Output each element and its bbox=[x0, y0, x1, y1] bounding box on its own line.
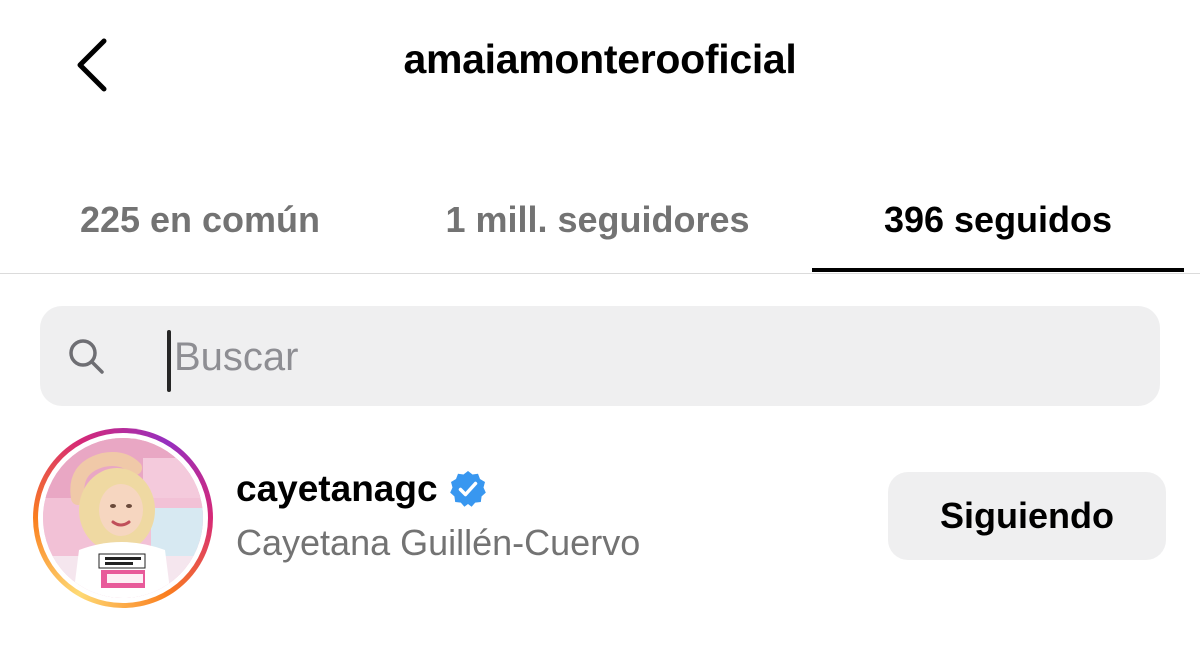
tabs-divider bbox=[0, 273, 1200, 274]
search-icon bbox=[69, 339, 104, 374]
tab-in-common[interactable]: 225 en común bbox=[40, 170, 360, 270]
tab-following[interactable]: 396 seguidos bbox=[812, 170, 1184, 270]
username-line: cayetanagc bbox=[236, 468, 488, 510]
following-button[interactable]: Siguiendo bbox=[888, 472, 1166, 560]
page-title: amaiamonterooficial bbox=[403, 36, 797, 82]
header: amaiamonterooficial bbox=[0, 0, 1200, 130]
list-item[interactable]: cayetanagc Cayetana Guillén-Cuervo Sigui… bbox=[0, 420, 1200, 620]
full-name: Cayetana Guillén-Cuervo bbox=[236, 522, 641, 563]
search-bar[interactable] bbox=[40, 306, 1160, 406]
tab-bar: 225 en común 1 mill. seguidores 396 segu… bbox=[0, 170, 1200, 274]
active-tab-indicator bbox=[812, 268, 1184, 272]
verified-badge-icon bbox=[449, 471, 486, 507]
search-input[interactable] bbox=[174, 326, 1134, 388]
story-ring[interactable] bbox=[33, 428, 213, 608]
avatar-image bbox=[43, 438, 203, 598]
avatar bbox=[43, 438, 203, 598]
following-screen: amaiamonterooficial 225 en común 1 mill.… bbox=[0, 0, 1200, 658]
username[interactable]: cayetanagc bbox=[236, 468, 438, 510]
tab-followers[interactable]: 1 mill. seguidores bbox=[405, 170, 790, 270]
text-caret bbox=[167, 330, 171, 392]
